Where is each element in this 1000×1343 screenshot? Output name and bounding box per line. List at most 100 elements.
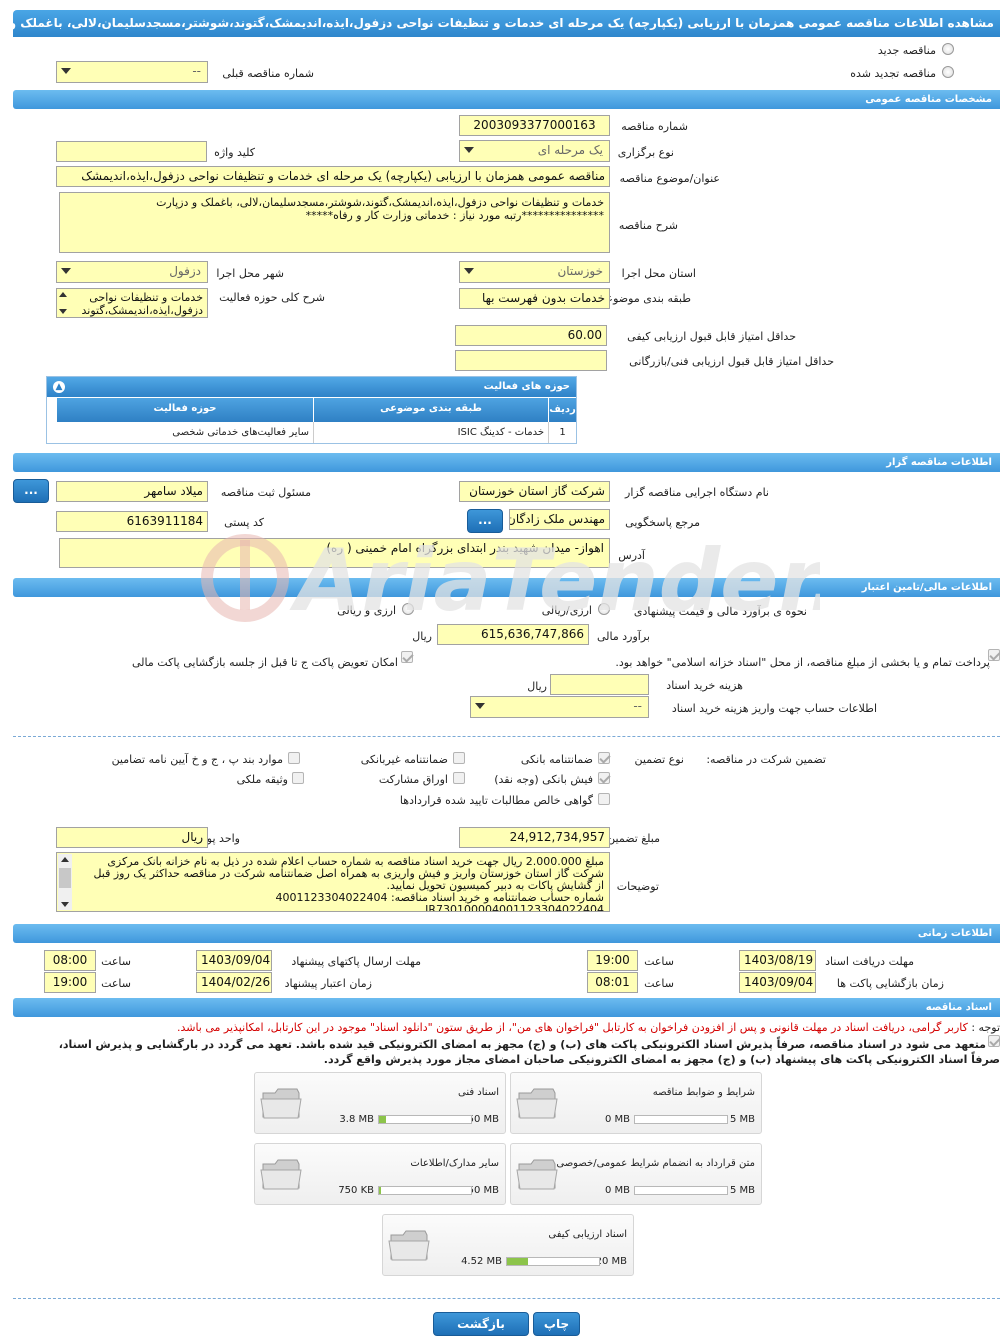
radio-renewed-tender[interactable] <box>942 66 954 78</box>
min-tech-field[interactable] <box>455 350 607 371</box>
description-label: شرح مناقصه <box>618 219 678 232</box>
net-claims-checkbox[interactable] <box>598 793 610 805</box>
validity-time-field[interactable]: 19:00 <box>44 972 96 993</box>
section-documents: اسناد مناقصه <box>13 998 1000 1017</box>
scroll-up-icon[interactable] <box>59 292 67 297</box>
document-tile[interactable]: اسناد فنی 50 MB 3.8 MB <box>254 1072 506 1134</box>
description-line-1: خدمات و تنظیفات نواحی دزفول،ایذه،اندیمشک… <box>156 196 604 209</box>
min-quality-field[interactable]: 60.00 <box>455 325 607 346</box>
validity-time-label: ساعت <box>101 977 131 990</box>
account-select[interactable]: -- <box>470 696 649 718</box>
scroll-up-icon[interactable] <box>61 857 69 862</box>
radio-currency-rial[interactable] <box>598 603 610 615</box>
document-used-size: 0 MB <box>604 1185 630 1196</box>
document-tile[interactable]: اسناد ارزیابی کیفی 20 MB 4.52 MB <box>382 1214 634 1276</box>
account-label: اطلاعات حساب جهت واریز هزینه خرید اسناد <box>671 702 877 715</box>
tender-number-label: شماره مناقصه <box>621 120 688 133</box>
keyword-field[interactable] <box>56 141 207 162</box>
estimate-unit: ریال <box>412 630 432 643</box>
province-select[interactable]: خوزستان <box>459 261 610 283</box>
activity-grid-header: حوزه های فعالیت ▲ <box>47 377 576 397</box>
commit-checkbox[interactable] <box>988 1035 1000 1047</box>
document-max-size: 50 MB <box>467 1185 499 1196</box>
address-field[interactable]: اهواز- میدان شهید بندر ابتدای بزرگراه ام… <box>59 538 610 568</box>
bank-guarantee-checkbox[interactable] <box>598 752 610 764</box>
scroll-thumb[interactable] <box>59 868 71 888</box>
back-button[interactable]: بازگشت <box>433 1312 529 1336</box>
property-deposit-checkbox[interactable] <box>292 772 304 784</box>
net-claims-label: گواهی خالص مطالبات تایید شده قراردادها <box>399 794 593 807</box>
partnership-papers-checkbox[interactable] <box>453 772 465 784</box>
document-usage-fill <box>379 1187 381 1194</box>
prev-tender-label: شماره مناقصه قبلی <box>222 67 314 80</box>
non-bank-guarantee-checkbox[interactable] <box>453 752 465 764</box>
city-label: شهر محل اجرا <box>216 267 284 280</box>
postal-code-field[interactable]: 6163911184 <box>56 511 208 532</box>
responder-label: مرجع پاسخگویی <box>625 516 700 529</box>
print-button[interactable]: چاپ <box>533 1312 580 1336</box>
document-used-size: 0 MB <box>604 1114 630 1125</box>
submit-date-field[interactable]: 1403/09/04 <box>196 950 272 971</box>
responder-lookup-button[interactable]: ... <box>467 509 503 533</box>
submit-time-field[interactable]: 08:00 <box>44 950 96 971</box>
chevron-down-icon <box>464 268 474 274</box>
treasury-text: پرداخت تمام و یا بخشی از مبلغ مناقصه، از… <box>615 656 990 669</box>
receive-time-label: ساعت <box>644 955 674 968</box>
new-tender-label: مناقصه جدید <box>877 44 936 57</box>
divider <box>13 736 1000 737</box>
registrar-field[interactable]: میلاد سامهر <box>56 481 208 502</box>
doc-fee-field[interactable] <box>550 674 649 695</box>
document-used-size: 3.8 MB <box>339 1114 374 1125</box>
chevron-down-icon <box>61 268 71 274</box>
scope-label: شرح کلی حوزه فعالیت <box>219 291 325 304</box>
radio-currency-and-rial[interactable] <box>402 603 414 615</box>
tender-number-field[interactable]: 2003093377000163 <box>459 115 610 136</box>
section-general: مشخصات مناقصه عمومی <box>13 90 1000 109</box>
open-date-field[interactable]: 1403/09/04 <box>739 972 816 993</box>
receive-deadline-label: مهلت دریافت اسناد <box>825 955 914 968</box>
registrar-lookup-button[interactable]: ... <box>13 479 49 503</box>
org-field[interactable]: شرکت گاز استان خوزستان <box>459 481 610 502</box>
validity-date-field[interactable]: 1404/02/26 <box>196 972 272 993</box>
participation-guarantee-label: تضمین شرکت در مناقصه: <box>706 753 826 766</box>
bank-receipt-label: فیش بانکی (وجه نقد) <box>494 773 593 786</box>
estimate-field[interactable]: 615,636,747,866 <box>437 624 589 645</box>
notes-scrollbar[interactable] <box>58 854 72 910</box>
collapse-icon[interactable]: ▲ <box>53 381 65 393</box>
category-field[interactable]: خدمات بدون فهرست بها <box>459 288 610 309</box>
open-time-field[interactable]: 08:01 <box>587 972 638 993</box>
guarantee-amount-label: مبلغ تضمین <box>607 832 660 845</box>
subject-field[interactable]: مناقصه عمومی همزمان با ارزیابی (یکپارچه)… <box>56 166 610 187</box>
guarantee-amount-field[interactable]: 24,912,734,957 <box>459 827 610 848</box>
estimate-label: برآورد مالی <box>597 630 650 643</box>
document-used-size: 4.52 MB <box>461 1256 502 1267</box>
prev-tender-select[interactable]: -- <box>56 61 208 83</box>
description-field[interactable]: خدمات و تنظیفات نواحی دزفول،ایذه،اندیمشک… <box>59 192 610 253</box>
document-usage-bar <box>634 1115 728 1124</box>
radio-new-tender[interactable] <box>942 43 954 55</box>
holding-type-select[interactable]: یک مرحله ای <box>459 140 610 162</box>
registrar-label: مسئول ثبت مناقصه <box>220 486 311 499</box>
city-select[interactable]: دزفول <box>56 261 208 283</box>
scroll-down-icon[interactable] <box>61 902 69 907</box>
scroll-down-icon[interactable] <box>59 309 67 314</box>
document-max-size: 5 MB <box>729 1185 755 1196</box>
document-tile[interactable]: سایر مدارک/اطلاعات 50 MB 750 KB <box>254 1143 506 1205</box>
document-tile[interactable]: متن قرارداد به انضمام شرایط عمومی/خصوصی 5… <box>510 1143 762 1205</box>
scope-field[interactable]: خدمات و تنظیفات نواحی دزفول،ایذه،اندیمشک… <box>56 288 208 318</box>
swap-checkbox[interactable] <box>401 651 413 663</box>
currency-unit-field[interactable]: ریال <box>56 827 208 848</box>
address-label: آدرس <box>618 549 645 562</box>
responder-field[interactable]: مهندس ملک زادگان <box>509 509 610 530</box>
activity-grid-title: حوزه های فعالیت <box>483 381 570 392</box>
receive-time-field[interactable]: 19:00 <box>587 950 638 971</box>
postal-code-label: کد پستی <box>224 516 264 529</box>
bylaw-items-checkbox[interactable] <box>288 752 300 764</box>
account-value: -- <box>633 699 642 713</box>
document-tile[interactable]: شرایط و ضوابط مناقصه 5 MB 0 MB <box>510 1072 762 1134</box>
document-name: شرایط و ضوابط مناقصه <box>652 1087 755 1098</box>
document-max-size: 5 MB <box>729 1114 755 1125</box>
bank-receipt-checkbox[interactable] <box>598 772 610 784</box>
notes-field[interactable]: مبلغ 2.000.000 ریال جهت خرید اسناد مناقص… <box>56 852 610 912</box>
receive-date-field[interactable]: 1403/08/19 <box>739 950 816 971</box>
